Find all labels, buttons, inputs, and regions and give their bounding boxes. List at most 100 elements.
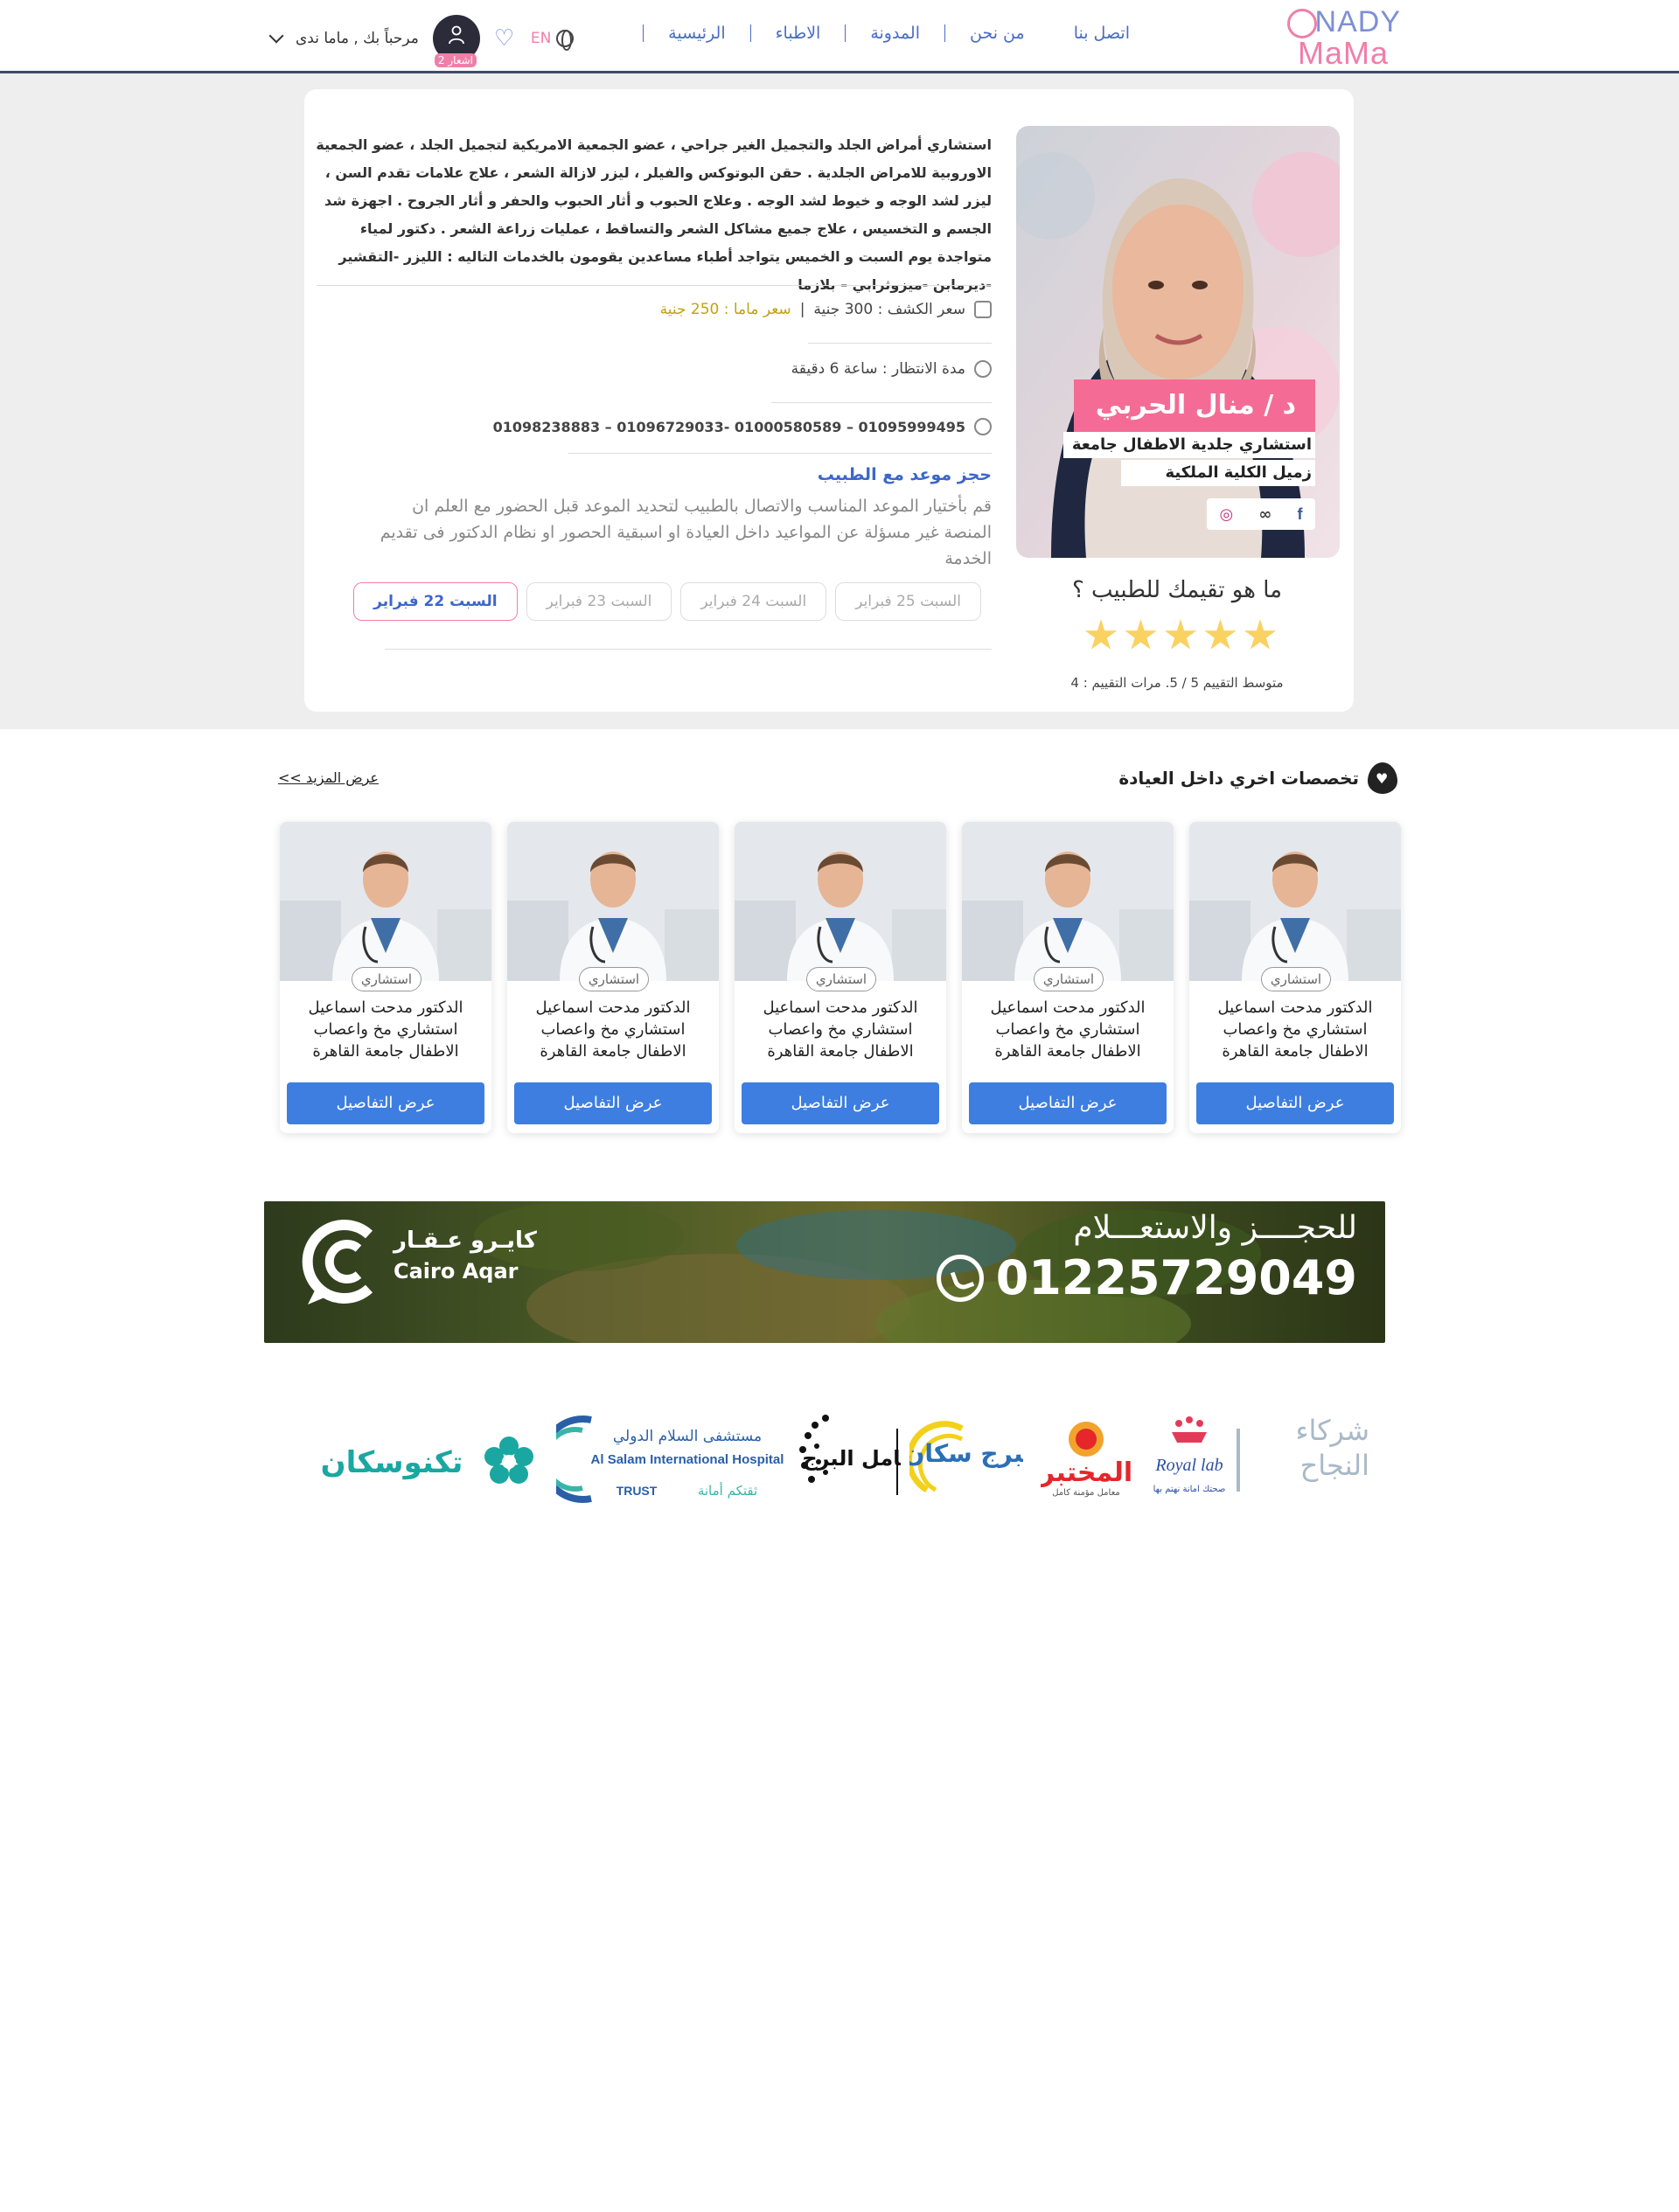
- date-option[interactable]: السبت 22 فبراير: [353, 582, 518, 621]
- language-label: EN: [530, 30, 552, 47]
- globe-icon: [556, 30, 575, 51]
- star-icon[interactable]: [1204, 619, 1237, 650]
- doctor-card-badge: استشاري: [579, 967, 649, 991]
- nav-item-contact[interactable]: اتصل بنا: [1049, 24, 1154, 42]
- date-picker: السبت 22 فبراير السبت 23 فبراير السبت 24…: [353, 582, 981, 621]
- view-details-button[interactable]: عرض التفاصيل: [969, 1082, 1167, 1124]
- partners-title: شركاء النجاح: [1295, 1414, 1370, 1482]
- clinic-heart-icon: [1368, 762, 1397, 794]
- date-option[interactable]: السبت 24 فبراير: [680, 582, 827, 621]
- star-icon[interactable]: [1244, 619, 1277, 650]
- clock-icon: [974, 360, 992, 378]
- divider: [771, 402, 992, 403]
- language-switch[interactable]: EN: [530, 30, 575, 51]
- divider: [808, 343, 992, 344]
- instagram-icon[interactable]: ◎: [1220, 505, 1234, 524]
- rating-question: ما هو تقيمك للطبيب ؟: [1071, 577, 1283, 603]
- site-logo[interactable]: NADY MaMa: [1287, 5, 1401, 71]
- alsalam-name-arabic: مستشفى السلام الدولي: [613, 1428, 762, 1445]
- technoscan-wordmark: تكنوسكان: [321, 1445, 463, 1480]
- doctor-name: د / منال الحربي: [1074, 379, 1315, 432]
- doctor-card-badge: استشاري: [352, 967, 421, 991]
- divider: [385, 649, 992, 650]
- cairo-aqar-logo: [299, 1214, 395, 1310]
- partner-logo-alborg-labs[interactable]: معامل البرج: [796, 1411, 926, 1507]
- doctor-card-badge: استشاري: [1261, 967, 1331, 991]
- mokhtabar-wordmark: المختبر: [1041, 1457, 1132, 1488]
- doctor-card-name: الدكتور مدحت اسماعيل استشاري مخ واعصاب ا…: [990, 998, 1146, 1061]
- star-icon[interactable]: [1084, 619, 1118, 650]
- booking-title: حجز موعد مع الطبيب: [817, 465, 992, 484]
- nav-item-blog[interactable]: المدونة: [845, 24, 944, 42]
- mama-price: سعر ماما : 250 جنية: [659, 301, 791, 318]
- partners-divider: [1237, 1429, 1240, 1492]
- phone-numbers[interactable]: 01095999495 – 01000580589 -01096729033 –…: [493, 419, 965, 435]
- logo-text-bottom: MaMa: [1297, 35, 1389, 71]
- nav-item-home[interactable]: الرئيسية: [643, 24, 749, 42]
- doctor-portrait-image: [1016, 126, 1340, 558]
- royal-lab-slogan: صحتك امانة نهتم بها: [1153, 1485, 1226, 1494]
- nav-item-about[interactable]: من نحن: [944, 24, 1049, 42]
- doctor-card-badge: استشاري: [1034, 967, 1104, 991]
- doctor-card-name: الدكتور مدحت اسماعيل استشاري مخ واعصاب ا…: [535, 998, 691, 1061]
- user-greeting[interactable]: مرحباً بك , ماما ندى: [296, 30, 419, 47]
- brand-name-english: Cairo Aqar: [394, 1259, 519, 1283]
- section-title: تخصصات اخري داخل العيادة: [1118, 768, 1359, 789]
- rating-summary: متوسط التقييم 5 / 5. مرات التقييم : 4: [1070, 675, 1284, 691]
- partner-logo-technoscan[interactable]: تكنوسكان: [296, 1430, 540, 1495]
- header-user-area: مرحباً بك , ماما ندى اشعار 2 ♡ EN: [268, 12, 575, 67]
- doctor-card-name: الدكتور مدحت اسماعيل استشاري مخ واعصاب ا…: [1217, 998, 1373, 1061]
- logo-heart-icon: [1287, 9, 1317, 38]
- doctor-title-secondary: زميل الكلية الملكية: [1121, 460, 1315, 486]
- site-header: NADY MaMa الرئيسية الاطباء المدونة من نح…: [0, 0, 1679, 73]
- view-details-button[interactable]: عرض التفاصيل: [1196, 1082, 1394, 1124]
- booking-description: قم بأختيار الموعد المناسب والاتصال بالطب…: [380, 497, 992, 568]
- view-details-button[interactable]: عرض التفاصيل: [742, 1082, 939, 1124]
- doctor-card[interactable]: استشاري الدكتور مدحت اسماعيل استشاري مخ و…: [280, 822, 491, 1133]
- date-option[interactable]: السبت 23 فبراير: [526, 582, 672, 621]
- facebook-icon[interactable]: f: [1297, 505, 1302, 524]
- phone-icon: [974, 418, 992, 435]
- doctor-card-badge: استشاري: [806, 967, 876, 991]
- doctor-card-name: الدكتور مدحت اسماعيل استشاري مخ واعصاب ا…: [763, 998, 918, 1061]
- chevron-down-icon[interactable]: [268, 28, 284, 44]
- ad-banner[interactable]: كايـرو عـقـار Cairo Aqar للحجــــز والاس…: [264, 1201, 1385, 1343]
- partner-logo-alsalam-hospital[interactable]: مستشفى السلام الدولي Al Salam Internatio…: [539, 1411, 784, 1507]
- rating-stars[interactable]: [1084, 619, 1277, 652]
- royal-lab-wordmark: Royal lab: [1154, 1456, 1223, 1475]
- doctor-card-name: الدكتور مدحت اسماعيل استشاري مخ واعصاب ا…: [308, 998, 463, 1061]
- doctor-title-primary: استشاري جلدية الاطفال جامعة الازهر: [1063, 432, 1315, 480]
- partner-logo-royal-lab[interactable]: Royal lab صحتك امانة نهتم بها: [1153, 1416, 1226, 1497]
- doctor-card[interactable]: استشاري الدكتور مدحت اسماعيل استشاري مخ و…: [1189, 822, 1401, 1133]
- wait-time: مدة الانتظار : ساعة 6 دقيقة: [791, 360, 965, 378]
- doctor-card-image: [507, 822, 719, 981]
- date-option[interactable]: السبت 25 فبراير: [835, 582, 981, 621]
- banner-cta: للحجــــز والاستعـــلام: [1073, 1210, 1357, 1246]
- social-links: ◎ ∞ f: [1207, 498, 1315, 530]
- star-icon[interactable]: [1164, 619, 1197, 650]
- banner-phone[interactable]: 01225729049: [936, 1250, 1357, 1305]
- doctor-card[interactable]: استشاري الدكتور مدحت اسماعيل استشاري مخ و…: [962, 822, 1174, 1133]
- partner-logo-mokhtabar[interactable]: المختبر معامل مؤمنة كامل: [1038, 1418, 1132, 1499]
- partner-logo-alborg-scan[interactable]: البرج سكان: [903, 1420, 1042, 1504]
- mokhtabar-slogan: معامل مؤمنة كامل: [1052, 1488, 1120, 1498]
- notification-badge[interactable]: اشعار 2: [434, 53, 477, 67]
- price-label: سعر الكشف : 300 جنية: [813, 301, 965, 318]
- doctor-card[interactable]: استشاري الدكتور مدحت اسماعيل استشاري مخ و…: [735, 822, 946, 1133]
- doctor-card-image: [280, 822, 491, 981]
- alborg-scan-wordmark: البرج سكان: [909, 1439, 1023, 1469]
- doctor-card-image: [735, 822, 946, 981]
- phones-row: 01095999495 – 01000580589 -01096729033 –…: [493, 418, 992, 435]
- heart-icon[interactable]: ♡: [494, 27, 517, 50]
- link-icon[interactable]: ∞: [1258, 505, 1271, 524]
- nav-item-doctors[interactable]: الاطباء: [749, 24, 846, 42]
- avatar[interactable]: اشعار 2: [432, 15, 480, 67]
- doctor-card[interactable]: استشاري الدكتور مدحت اسماعيل استشاري مخ و…: [507, 822, 719, 1133]
- doctor-card-image: [1189, 822, 1401, 981]
- show-more-link[interactable]: عرض المزيد >>: [278, 769, 379, 786]
- whatsapp-icon: [936, 1254, 984, 1302]
- view-details-button[interactable]: عرض التفاصيل: [514, 1082, 712, 1124]
- star-icon[interactable]: [1125, 619, 1157, 650]
- view-details-button[interactable]: عرض التفاصيل: [287, 1082, 484, 1124]
- divider: [568, 453, 992, 454]
